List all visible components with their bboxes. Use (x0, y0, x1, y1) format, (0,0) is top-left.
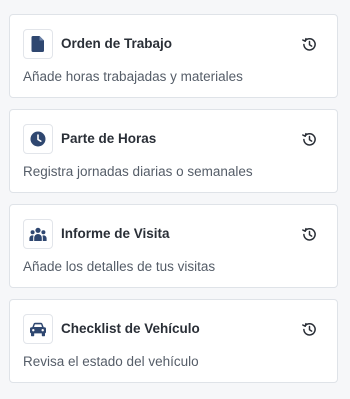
document-icon (23, 29, 53, 59)
card-description: Registra jornadas diarias o semanales (23, 164, 253, 179)
card-orden-de-trabajo[interactable]: Orden de Trabajo Añade horas trabajadas … (9, 14, 338, 98)
form-template-list: Orden de Trabajo Añade horas trabajadas … (0, 0, 350, 399)
card-title: Informe de Visita (61, 226, 170, 241)
people-icon (23, 219, 53, 249)
history-icon[interactable] (302, 37, 317, 52)
card-title: Checklist de Vehículo (61, 321, 200, 336)
card-title: Orden de Trabajo (61, 36, 173, 51)
card-parte-de-horas[interactable]: Parte de Horas Registra jornadas diarias… (9, 109, 338, 193)
card-description: Revisa el estado del vehículo (23, 354, 199, 369)
history-icon[interactable] (302, 227, 317, 242)
history-icon[interactable] (302, 322, 317, 337)
car-icon (23, 314, 53, 344)
card-title: Parte de Horas (61, 131, 157, 146)
clock-icon (23, 124, 53, 154)
card-description: Añade horas trabajadas y materiales (23, 69, 243, 84)
card-informe-de-visita[interactable]: Informe de Visita Añade los detalles de … (9, 204, 338, 288)
card-description: Añade los detalles de tus visitas (23, 259, 216, 274)
history-icon[interactable] (302, 132, 317, 147)
card-checklist-de-vehiculo[interactable]: Checklist de Vehículo Revisa el estado d… (9, 299, 338, 383)
